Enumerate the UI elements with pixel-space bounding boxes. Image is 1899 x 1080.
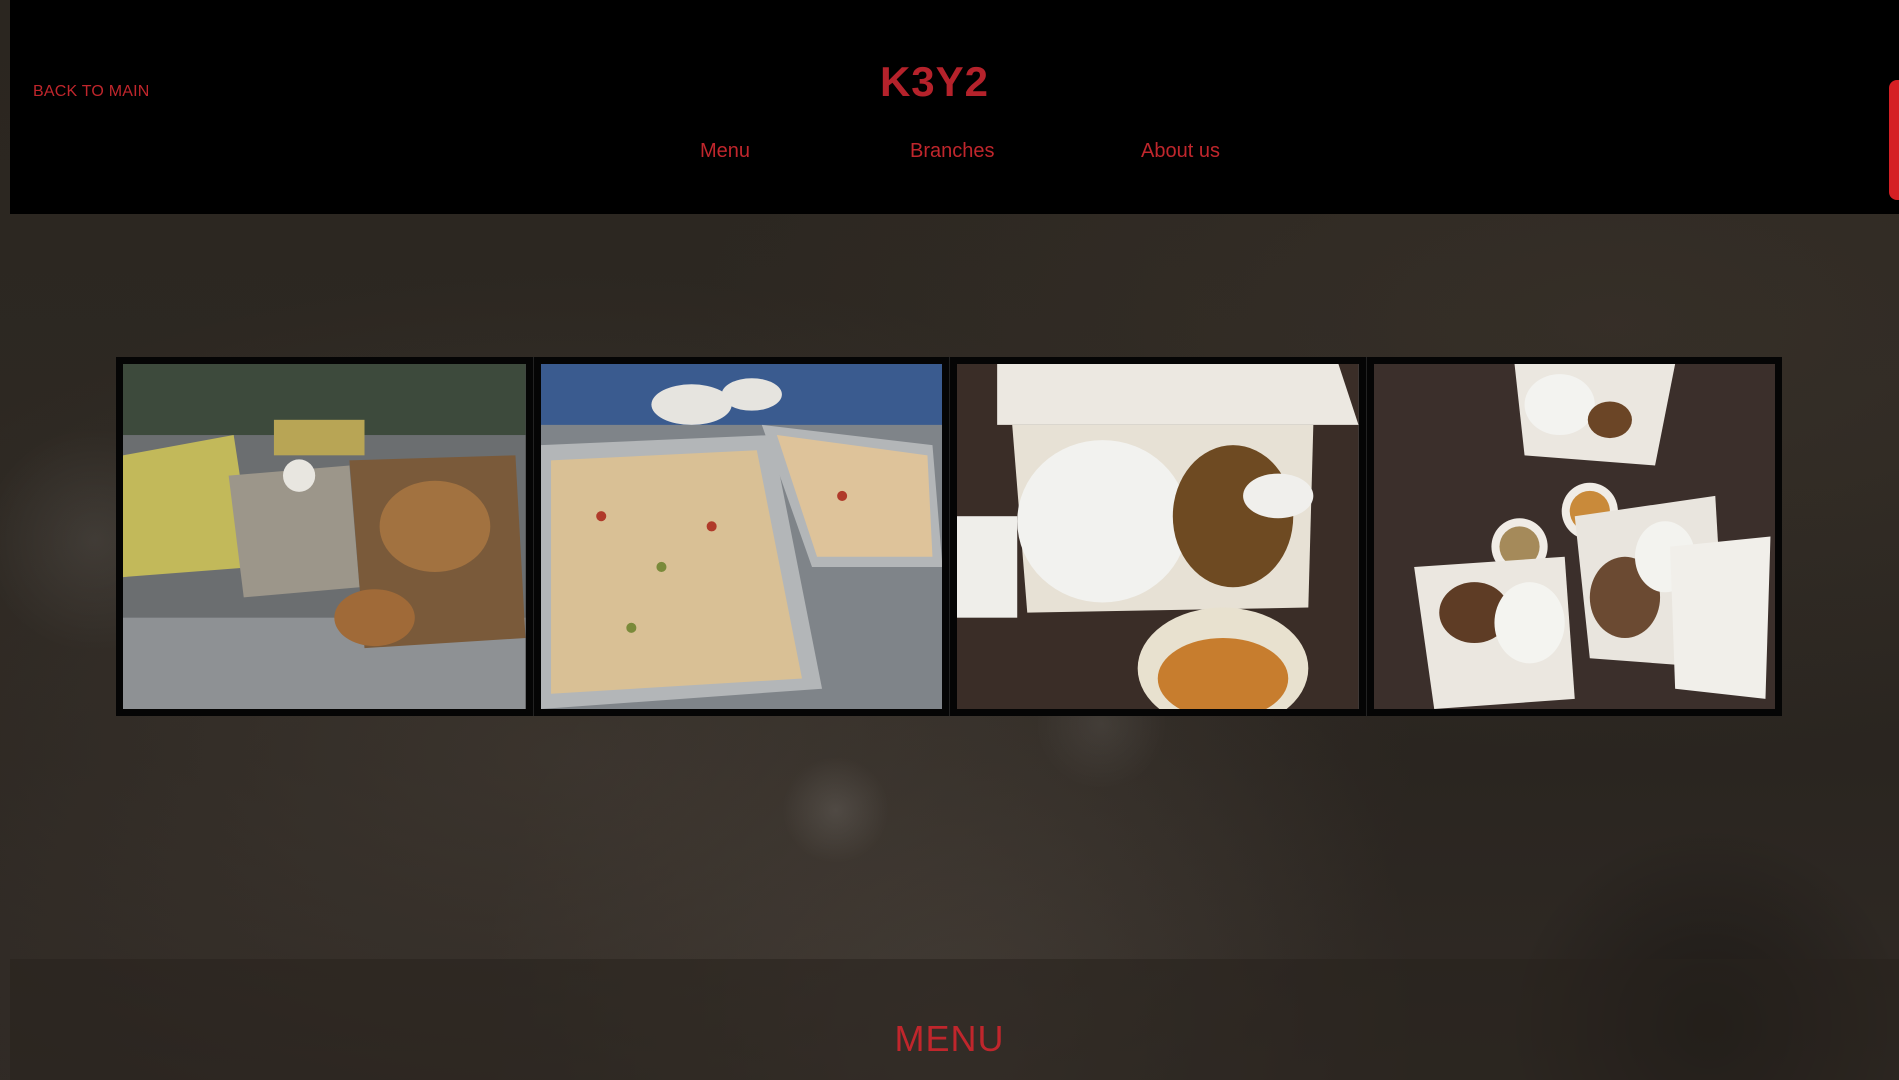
gallery-item[interactable] [532, 357, 949, 716]
gallery-item[interactable] [116, 357, 533, 716]
nav-item-about-us[interactable]: About us [1141, 140, 1220, 163]
menu-section-heading: MENU [894, 1018, 1005, 1059]
baked-dish-photo [540, 364, 942, 709]
rice-box-photo [957, 364, 1359, 709]
gallery-item[interactable] [949, 357, 1366, 716]
nav-item-menu[interactable]: Menu [700, 140, 750, 163]
site-header: BACK TO MAIN K3Y2 Menu Branches About us [10, 0, 1899, 214]
food-tray-photo [123, 364, 526, 709]
meal-spread-photo [1373, 364, 1775, 709]
side-tab[interactable] [1889, 80, 1899, 200]
photo-gallery [116, 357, 1782, 716]
main-nav: Menu Branches About us [10, 140, 1899, 164]
brand-title: K3Y2 [879, 58, 990, 105]
gallery-item[interactable] [1365, 357, 1782, 716]
nav-item-branches[interactable]: Branches [910, 140, 995, 163]
